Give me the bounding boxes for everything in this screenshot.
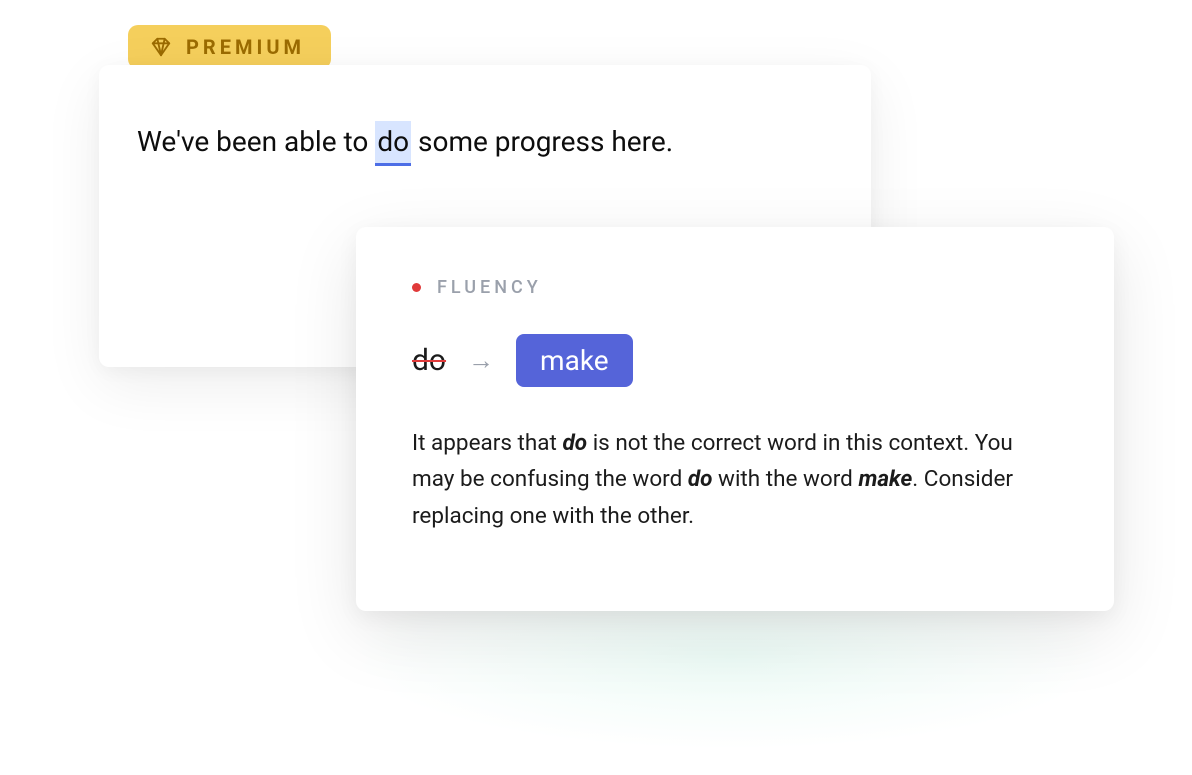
original-word: do: [412, 343, 446, 378]
category-dot-icon: [412, 283, 421, 292]
arrow-right-icon: →: [468, 345, 494, 376]
explanation-text: It appears that: [412, 430, 563, 456]
highlighted-word[interactable]: do: [375, 121, 411, 166]
explanation-word-2: do: [688, 466, 713, 492]
category-label: FLUENCY: [437, 277, 542, 298]
sentence-pre: We've been able to: [137, 121, 375, 163]
explanation-word-3: make: [858, 466, 912, 492]
suggestion-card: FLUENCY do → make It appears that do is …: [356, 227, 1114, 611]
premium-badge-label: PREMIUM: [186, 35, 305, 59]
suggestion-replacement-row: do → make: [412, 334, 1058, 387]
explanation-word-1: do: [563, 430, 588, 456]
sentence-post: some progress here.: [411, 121, 673, 163]
explanation-text: with the word: [712, 466, 858, 492]
editor-sentence[interactable]: We've been able to do some progress here…: [137, 121, 833, 166]
suggestion-explanation: It appears that do is not the correct wo…: [412, 425, 1058, 534]
suggestion-category-row: FLUENCY: [412, 277, 1058, 298]
replacement-button[interactable]: make: [516, 334, 633, 387]
premium-badge: PREMIUM: [128, 25, 331, 69]
diamond-icon: [150, 36, 172, 58]
